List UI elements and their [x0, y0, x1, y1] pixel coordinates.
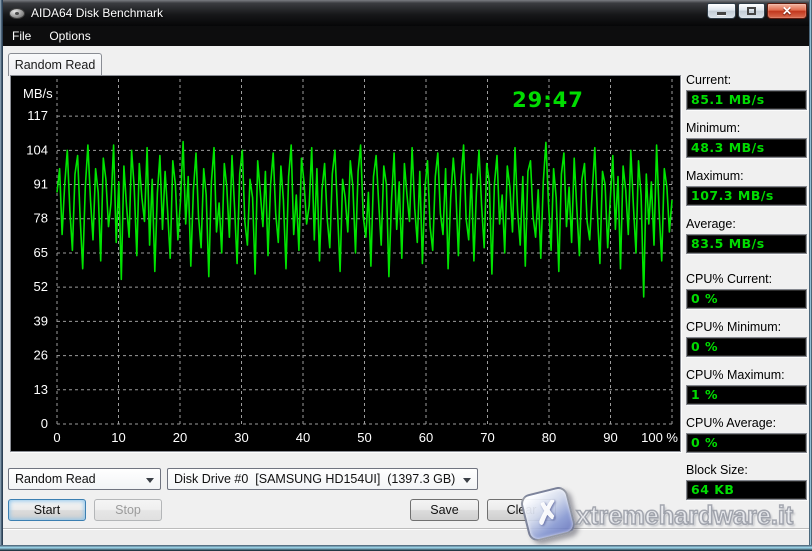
stat-value: 0 % [686, 337, 807, 357]
stat-label: Average: [686, 217, 807, 231]
svg-text:117: 117 [27, 108, 48, 123]
svg-text:52: 52 [34, 279, 48, 294]
stats-panel: Current: 85.1 MB/s Minimum: 48.3 MB/s Ma… [686, 0, 807, 551]
svg-text:13: 13 [34, 382, 48, 397]
stat-label: CPU% Maximum: [686, 368, 807, 382]
window-title: AIDA64 Disk Benchmark [31, 6, 163, 20]
test-type-combobox[interactable]: Random Read [8, 468, 161, 490]
stat-value: 64 KB [686, 480, 807, 500]
svg-text:29:47: 29:47 [512, 88, 584, 112]
svg-text:10: 10 [111, 430, 125, 445]
tab-random-read[interactable]: Random Read [8, 53, 102, 76]
menu-options[interactable]: Options [40, 27, 99, 45]
svg-text:100 %: 100 % [641, 430, 678, 445]
svg-text:39: 39 [34, 313, 48, 328]
stat-label: Maximum: [686, 169, 807, 183]
svg-text:MB/s: MB/s [23, 86, 53, 101]
stat-label: Block Size: [686, 463, 807, 477]
stat-value: 83.5 MB/s [686, 234, 807, 254]
window-frame-left [0, 0, 3, 551]
svg-text:70: 70 [480, 430, 494, 445]
stat-value: 0 % [686, 289, 807, 309]
stat-cpu-maximum: CPU% Maximum: 1 % [686, 368, 807, 405]
stat-cpu-minimum: CPU% Minimum: 0 % [686, 320, 807, 357]
clear-label: Clear [507, 503, 537, 517]
drive-selected: Disk Drive #0 [SAMSUNG HD154UI] (1397.3 … [174, 472, 455, 486]
clear-button[interactable]: Clear [487, 499, 556, 521]
svg-text:0: 0 [53, 430, 60, 445]
stop-label: Stop [115, 503, 141, 517]
benchmark-chart: 0 13 26 39 52 65 78 91 104 117 0 10 20 30 40 50 60 70 80 90… [11, 76, 680, 451]
stat-value: 1 % [686, 385, 807, 405]
svg-text:50: 50 [357, 430, 371, 445]
svg-text:104: 104 [26, 142, 48, 157]
stat-label: CPU% Current: [686, 272, 807, 286]
svg-text:30: 30 [234, 430, 248, 445]
start-button[interactable]: Start [8, 499, 86, 521]
stat-value: 0 % [686, 433, 807, 453]
save-button[interactable]: Save [410, 499, 479, 521]
stat-current: Current: 85.1 MB/s [686, 73, 807, 110]
stat-label: Current: [686, 73, 807, 87]
chevron-down-icon [463, 478, 471, 483]
svg-text:80: 80 [542, 430, 556, 445]
svg-text:91: 91 [34, 177, 48, 192]
stat-minimum: Minimum: 48.3 MB/s [686, 121, 807, 158]
stat-label: Minimum: [686, 121, 807, 135]
chevron-down-icon [146, 478, 154, 483]
start-label: Start [34, 503, 60, 517]
stat-label: CPU% Average: [686, 416, 807, 430]
svg-text:0: 0 [41, 416, 48, 431]
stop-button[interactable]: Stop [94, 499, 162, 521]
tab-label: Random Read [15, 58, 96, 72]
svg-text:20: 20 [173, 430, 187, 445]
stat-average: Average: 83.5 MB/s [686, 217, 807, 254]
stat-label: CPU% Minimum: [686, 320, 807, 334]
test-type-selected: Random Read [15, 472, 96, 486]
save-label: Save [430, 503, 459, 517]
svg-text:60: 60 [419, 430, 433, 445]
stat-value: 85.1 MB/s [686, 90, 807, 110]
app-disk-icon [9, 8, 25, 19]
svg-text:65: 65 [34, 245, 48, 260]
svg-text:90: 90 [603, 430, 617, 445]
stat-block-size: Block Size: 64 KB [686, 463, 807, 500]
status-bar [3, 530, 809, 545]
menu-file[interactable]: File [3, 27, 40, 45]
stat-maximum: Maximum: 107.3 MB/s [686, 169, 807, 206]
svg-text:78: 78 [34, 211, 48, 226]
svg-text:26: 26 [34, 348, 48, 363]
stat-value: 48.3 MB/s [686, 138, 807, 158]
stat-value: 107.3 MB/s [686, 186, 807, 206]
stat-cpu-average: CPU% Average: 0 % [686, 416, 807, 453]
app-window: AIDA64 Disk Benchmark ✕ File Options Ran… [0, 0, 812, 551]
stat-cpu-current: CPU% Current: 0 % [686, 272, 807, 309]
drive-combobox[interactable]: Disk Drive #0 [SAMSUNG HD154UI] (1397.3 … [167, 468, 478, 490]
window-frame-bottom [0, 545, 812, 551]
benchmark-chart-panel: 0 13 26 39 52 65 78 91 104 117 0 10 20 30 40 50 60 70 80 90… [10, 75, 681, 452]
svg-text:40: 40 [296, 430, 310, 445]
